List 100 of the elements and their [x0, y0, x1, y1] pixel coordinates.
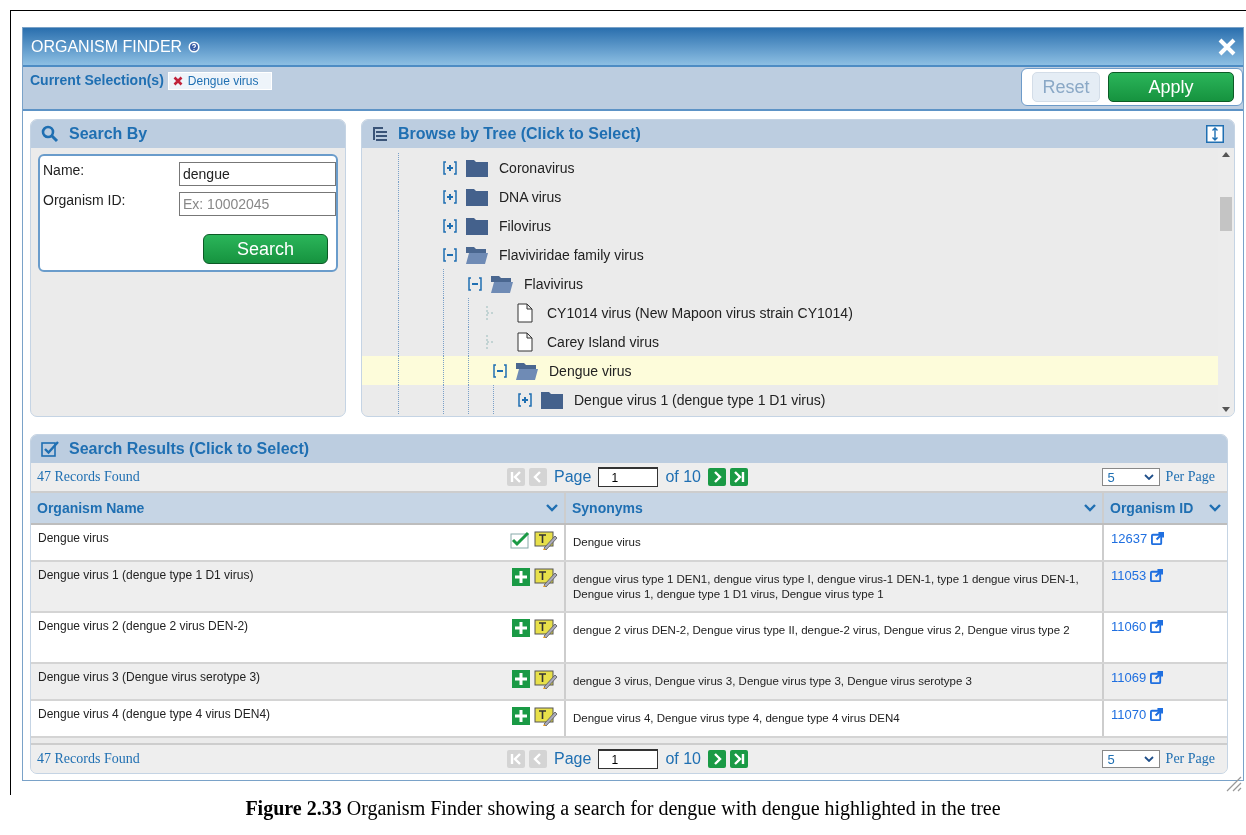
- resize-icon[interactable]: [1206, 125, 1224, 143]
- table-cell-text: dengue virus type 1 DEN1, dengue virus type I, dengue virus-1 DEN-1, type 1 dengue virus DEN-1, Dengue virus 1, dengue type 1 D1 virus, Dengue virus type 1: [573, 572, 1080, 602]
- tree-label: Dengue virus 1 (dengue type 1 D1 virus): [574, 391, 826, 408]
- panel-title: Search Results (Click to Select): [69, 440, 310, 458]
- sort-caret-icon[interactable]: [1209, 504, 1221, 512]
- tree-label: Flaviviridae family virus: [499, 246, 644, 263]
- tree-row[interactable]: Flavivirus: [362, 269, 1218, 298]
- selected-check-icon[interactable]: [510, 531, 530, 549]
- tree-row[interactable]: Filovirus: [362, 211, 1218, 240]
- folder-icon: [465, 215, 489, 236]
- add-icon[interactable]: [512, 619, 530, 637]
- organism-id-link[interactable]: 11053: [1111, 568, 1147, 605]
- folder-icon: [465, 186, 489, 207]
- next-page-icon[interactable]: [707, 750, 726, 768]
- edit-note-icon[interactable]: [534, 670, 558, 690]
- column-header[interactable]: Organism Name: [31, 493, 566, 523]
- add-icon[interactable]: [512, 707, 530, 725]
- organism-id-link[interactable]: 12637: [1111, 531, 1148, 554]
- table-cell[interactable]: Dengue virus 1 (dengue type 1 D1 virus): [38, 568, 254, 605]
- toggle-icon[interactable]: [443, 218, 457, 233]
- column-header[interactable]: Organism ID: [1104, 493, 1227, 523]
- edit-note-icon[interactable]: [534, 568, 558, 588]
- help-icon[interactable]: [188, 40, 201, 53]
- table-cell-text: dengue 2 virus DEN-2, Dengue virus type II, dengue-2 virus, Dengue virus 2, Dengue virus type 2: [573, 623, 1070, 638]
- selection-chip[interactable]: Dengue virus: [167, 72, 272, 90]
- external-link-icon[interactable]: [1150, 671, 1164, 684]
- sort-caret-icon[interactable]: [1084, 504, 1096, 512]
- page-count: of 10: [665, 468, 701, 486]
- tree-row[interactable]: Flaviviridae family virus: [362, 240, 1218, 269]
- edit-note-icon[interactable]: [534, 707, 558, 727]
- field-label: Name:: [43, 162, 85, 180]
- toggle-icon[interactable]: [443, 189, 457, 204]
- table-cell[interactable]: Dengue virus 2 (dengue 2 virus DEN-2): [38, 619, 249, 656]
- tree-label: Carey Island virus: [547, 333, 660, 350]
- remove-icon[interactable]: [172, 76, 183, 86]
- per-page-select[interactable]: 5: [1101, 750, 1160, 768]
- sort-caret-icon[interactable]: [546, 504, 558, 512]
- toggle-icon[interactable]: [443, 247, 457, 262]
- tree-row[interactable]: DNA virus: [362, 182, 1218, 211]
- page-field[interactable]: 1: [598, 749, 659, 769]
- edit-note-icon[interactable]: [534, 619, 558, 639]
- per-page-label: Per Page: [1165, 469, 1215, 485]
- add-icon[interactable]: [512, 568, 530, 586]
- search-icon: [41, 125, 59, 143]
- dialog-title: ORGANISM FINDER: [31, 37, 183, 56]
- scroll-thumb[interactable]: [1220, 197, 1232, 231]
- tree-row[interactable]: Coronavirus: [362, 153, 1218, 182]
- chip-label: Dengue virus: [187, 74, 259, 88]
- tree-row[interactable]: Dengue virus 1 (dengue type 1 D1 virus): [362, 385, 1218, 414]
- page-field[interactable]: 1: [598, 467, 659, 487]
- selection-label: Current Selection(s): [30, 72, 164, 88]
- panel-title: Browse by Tree (Click to Select): [398, 125, 641, 143]
- column-header[interactable]: Synonyms: [566, 493, 1104, 523]
- dropdown-caret-icon[interactable]: [1143, 756, 1154, 762]
- dropdown-caret-icon[interactable]: [1143, 474, 1154, 480]
- tree-label: DNA virus: [499, 188, 562, 205]
- organism-id-link[interactable]: 11060: [1111, 619, 1147, 656]
- last-page-icon[interactable]: [729, 750, 748, 768]
- external-link-icon[interactable]: [1150, 569, 1164, 582]
- external-link-icon[interactable]: [1151, 532, 1165, 545]
- tree-row[interactable]: CY1014 virus (New Mapoon virus strain CY1014): [362, 298, 1218, 327]
- tree-icon: [372, 126, 388, 142]
- tree-label: Filovirus: [499, 217, 552, 234]
- organism-id-link[interactable]: 11069: [1111, 670, 1147, 693]
- field-label: Organism ID:: [43, 192, 126, 210]
- edit-note-icon[interactable]: [534, 531, 558, 551]
- folder-icon: [515, 360, 539, 381]
- input-field[interactable]: dengue: [179, 162, 336, 186]
- table-cell[interactable]: Dengue virus 4 (dengue type 4 virus DEN4): [38, 707, 271, 730]
- per-page-label: Per Page: [1165, 751, 1215, 767]
- tree-label: Dengue virus: [549, 362, 632, 379]
- folder-icon: [465, 244, 489, 265]
- input-field[interactable]: Ex: 10002045: [179, 192, 336, 216]
- records-count: 47 Records Found: [37, 469, 141, 485]
- records-count: 47 Records Found: [37, 751, 141, 767]
- toggle-icon[interactable]: [443, 160, 457, 175]
- tree-row[interactable]: Dengue virus: [362, 356, 1218, 385]
- folder-icon: [490, 273, 514, 294]
- folder-icon: [465, 157, 489, 178]
- scroll-up-icon[interactable]: [1222, 152, 1230, 157]
- table-cell[interactable]: Dengue virus 3 (Dengue virus serotype 3): [38, 670, 261, 693]
- add-icon[interactable]: [512, 670, 530, 688]
- table-cell[interactable]: Dengue virus: [38, 531, 109, 554]
- per-page-select[interactable]: 5: [1101, 468, 1160, 486]
- external-link-icon[interactable]: [1150, 708, 1164, 721]
- next-page-icon[interactable]: [707, 468, 726, 486]
- panel-title: Search By: [69, 125, 148, 143]
- page-label: Page: [554, 468, 592, 486]
- tree-label: CY1014 virus (New Mapoon virus strain CY1014): [547, 304, 853, 321]
- last-page-icon[interactable]: [729, 468, 748, 486]
- toggle-icon[interactable]: [518, 392, 532, 407]
- toggle-icon[interactable]: [493, 363, 507, 378]
- page-count: of 10: [665, 750, 701, 768]
- figure-caption: Figure 2.33 Organism Finder showing a search for dengue with dengue highlighted in the tree: [244, 797, 1002, 820]
- organism-id-link[interactable]: 11070: [1111, 707, 1147, 730]
- tree-label: Flavivirus: [524, 275, 584, 292]
- close-icon[interactable]: [1217, 36, 1237, 57]
- scroll-down-icon[interactable]: [1222, 407, 1230, 412]
- toggle-icon[interactable]: [468, 276, 482, 291]
- external-link-icon[interactable]: [1150, 620, 1164, 633]
